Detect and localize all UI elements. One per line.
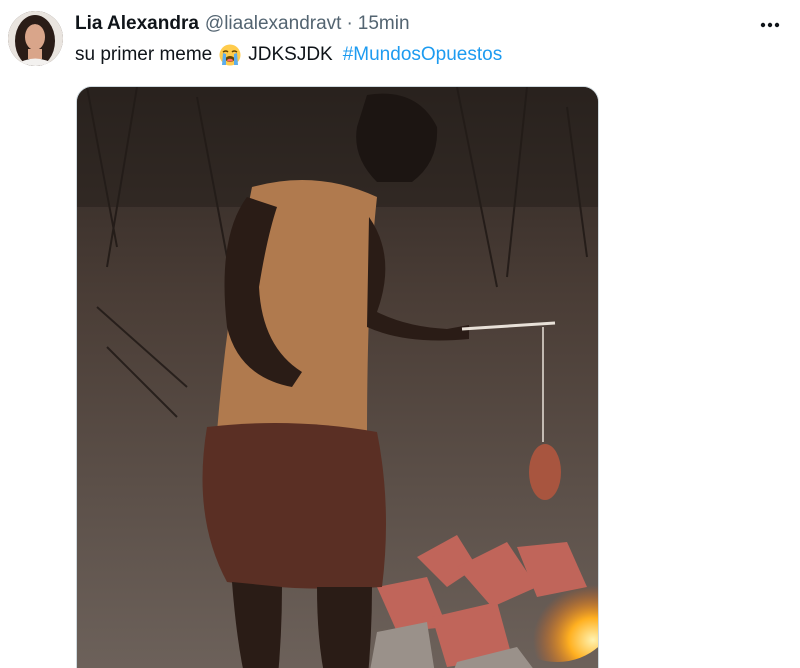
- avatar[interactable]: [8, 11, 63, 66]
- display-name[interactable]: Lia Alexandra: [75, 12, 199, 36]
- hashtag-link[interactable]: #MundosOpuestos: [343, 42, 503, 68]
- separator-dot: ·: [346, 13, 353, 34]
- tweet-media[interactable]: [76, 86, 599, 668]
- more-options-button[interactable]: [758, 14, 782, 36]
- more-horizontal-icon: [760, 22, 780, 28]
- tweet-text-part-1: su primer meme: [75, 44, 213, 65]
- tweet: Lia Alexandra @liaalexandravt · 15min su…: [0, 0, 800, 668]
- tweet-text: su primer meme JDKSJDK #MundosOpuestos: [75, 42, 502, 68]
- tweet-text-part-2: JDKSJDK: [248, 44, 333, 65]
- media-image: [77, 87, 598, 668]
- avatar-image: [8, 11, 63, 66]
- user-handle[interactable]: @liaalexandravt: [205, 12, 342, 36]
- loudly-crying-face-icon: [219, 44, 241, 66]
- timestamp[interactable]: 15min: [358, 12, 410, 36]
- tweet-header: Lia Alexandra @liaalexandravt · 15min: [75, 12, 410, 36]
